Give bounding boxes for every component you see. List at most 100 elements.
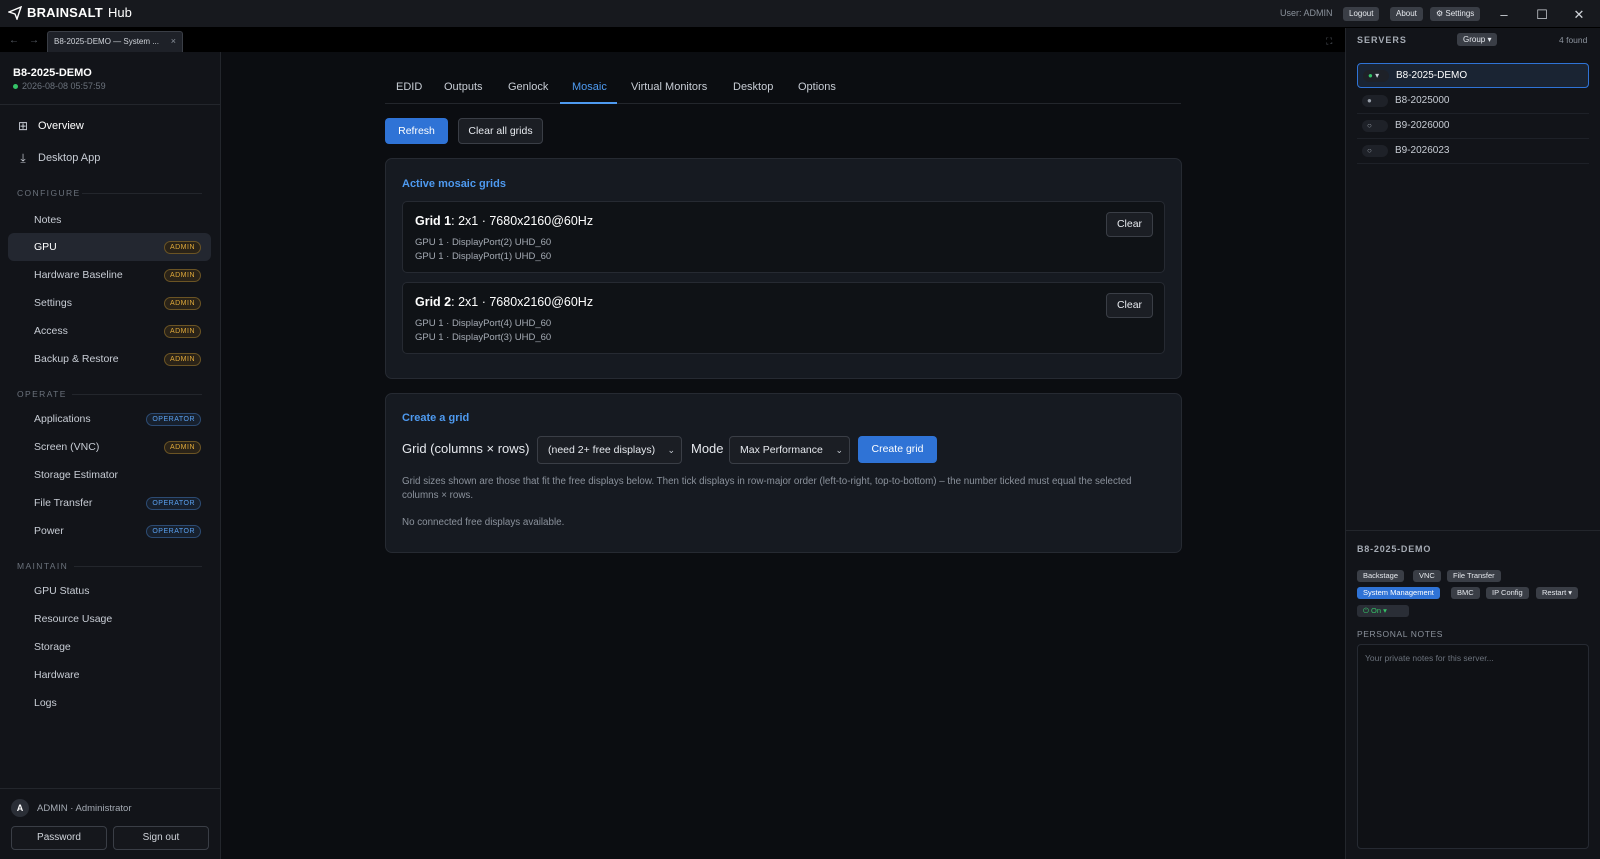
- server-item[interactable]: ○ B9-2026000: [1357, 114, 1589, 139]
- system-management-button[interactable]: System Management: [1357, 587, 1440, 599]
- sidebar-item-resource-usage[interactable]: Resource Usage: [8, 605, 211, 633]
- chevron-down-icon: ⌄: [667, 445, 675, 455]
- operator-badge: OPERATOR: [146, 413, 201, 426]
- section-configure: CONFIGURE: [17, 188, 81, 198]
- sidebar-item-screen-vnc[interactable]: Screen (VNC) ADMIN: [8, 433, 211, 461]
- grid-display-line: GPU 1 · DisplayPort(3) UHD_60: [415, 332, 552, 343]
- power-on-dropdown[interactable]: ⏻ On ▾: [1357, 605, 1409, 617]
- clear-all-grids-button[interactable]: Clear all grids: [458, 118, 543, 144]
- status-idle-icon: ●: [1362, 95, 1388, 107]
- mode-label: Mode: [691, 441, 724, 456]
- personal-notes-label: PERSONAL NOTES: [1357, 629, 1444, 639]
- tab-genlock[interactable]: Genlock: [508, 81, 548, 93]
- personal-notes-textarea[interactable]: Your private notes for this server...: [1357, 644, 1589, 849]
- sidebar-item-notes[interactable]: Notes: [8, 206, 211, 234]
- tab-options[interactable]: Options: [798, 81, 836, 93]
- maximize-icon[interactable]: ☐: [1535, 8, 1549, 22]
- selected-server-title: B8-2025-DEMO: [1357, 544, 1432, 554]
- vnc-button[interactable]: VNC: [1413, 570, 1441, 582]
- sidebar-item-access[interactable]: Access ADMIN: [8, 317, 211, 345]
- sidebar-item-backup-restore[interactable]: Backup & Restore ADMIN: [8, 345, 211, 373]
- divider: [74, 566, 202, 567]
- servers-title: SERVERS: [1357, 35, 1407, 45]
- server-item[interactable]: ○ B9-2026023: [1357, 139, 1589, 164]
- tab-mosaic[interactable]: Mosaic: [572, 81, 607, 93]
- server-item[interactable]: ● ▾ B8-2025-DEMO: [1357, 63, 1589, 88]
- backstage-button[interactable]: Backstage: [1357, 570, 1405, 582]
- refresh-button[interactable]: Refresh: [385, 118, 448, 144]
- user-row: A ADMIN · Administrator: [11, 799, 132, 817]
- fullscreen-icon[interactable]: ⛶: [1326, 36, 1332, 47]
- tab-virtual-monitors[interactable]: Virtual Monitors: [631, 81, 707, 93]
- grid-icon: ⊞: [17, 119, 29, 133]
- user-info: User: ADMIN: [1280, 8, 1333, 18]
- sidebar-item-storage[interactable]: Storage: [8, 633, 211, 661]
- sign-out-button[interactable]: Sign out: [113, 826, 209, 850]
- sidebar-item-applications[interactable]: Applications OPERATOR: [8, 405, 211, 433]
- about-button[interactable]: About: [1390, 7, 1423, 21]
- sidebar-item-logs[interactable]: Logs: [8, 689, 211, 717]
- sidebar-item-gpu-status[interactable]: GPU Status: [8, 577, 211, 605]
- online-dot-icon: [13, 83, 18, 89]
- mode-select[interactable]: Max Performance ⌄: [729, 436, 850, 464]
- app-name: Hub: [107, 5, 132, 20]
- tab-desktop[interactable]: Desktop: [733, 81, 773, 93]
- status-offline-icon: ○: [1362, 145, 1388, 157]
- server-timestamp: 2026-08-08 05:57:59: [13, 81, 106, 91]
- create-grid-button[interactable]: Create grid: [858, 436, 937, 463]
- back-arrow-icon[interactable]: ←: [9, 35, 19, 46]
- section-maintain: MAINTAIN: [17, 561, 69, 571]
- server-time-text: 2026-08-08 05:57:59: [22, 81, 106, 91]
- admin-badge: ADMIN: [163, 441, 201, 454]
- sidebar-item-hardware[interactable]: Hardware: [8, 661, 211, 689]
- server-item[interactable]: ● B8-2025000: [1357, 89, 1589, 114]
- ip-config-button[interactable]: IP Config: [1486, 587, 1529, 599]
- server-title: B8-2025-DEMO: [13, 67, 92, 79]
- grid-size-select[interactable]: (need 2+ free displays) ⌄: [537, 436, 682, 464]
- forward-arrow-icon[interactable]: →: [29, 35, 39, 46]
- tab-strip: [0, 28, 1345, 52]
- password-button[interactable]: Password: [11, 826, 107, 850]
- tab-edid[interactable]: EDID: [396, 81, 422, 93]
- browser-tab-title: B8-2025-DEMO — System ...: [54, 37, 159, 46]
- mode-select-value: Max Performance: [740, 444, 823, 456]
- grid-size-select-value: (need 2+ free displays): [548, 444, 656, 456]
- tab-close-icon[interactable]: ×: [171, 36, 176, 46]
- nav-desktop-app[interactable]: ⤓ Desktop App: [17, 148, 100, 168]
- send-logo-icon: [8, 5, 22, 20]
- admin-badge: ADMIN: [163, 297, 201, 310]
- browser-tab[interactable]: B8-2025-DEMO — System ... ×: [47, 31, 183, 52]
- no-displays-message: No connected free displays available.: [402, 517, 565, 528]
- file-transfer-button[interactable]: File Transfer: [1447, 570, 1501, 582]
- admin-badge: ADMIN: [163, 269, 201, 282]
- sidebar-item-file-transfer[interactable]: File Transfer OPERATOR: [8, 489, 211, 517]
- settings-button[interactable]: ⚙ Settings: [1430, 7, 1481, 21]
- sidebar-item-hardware-baseline[interactable]: Hardware Baseline ADMIN: [8, 261, 211, 289]
- admin-badge: ADMIN: [163, 241, 201, 254]
- operator-badge: OPERATOR: [146, 525, 201, 538]
- sidebar-item-power[interactable]: Power OPERATOR: [8, 517, 211, 545]
- clear-grid-button[interactable]: Clear: [1106, 212, 1153, 237]
- tab-outputs[interactable]: Outputs: [444, 81, 483, 93]
- nav-overview[interactable]: ⊞ Overview: [17, 116, 84, 136]
- sidebar-item-storage-estimator[interactable]: Storage Estimator: [8, 461, 211, 489]
- grid-display-line: GPU 1 · DisplayPort(2) UHD_60: [415, 237, 552, 248]
- grid-size-label: Grid (columns × rows): [402, 441, 530, 456]
- logout-button[interactable]: Logout: [1343, 7, 1380, 21]
- group-dropdown[interactable]: Group ▾: [1457, 33, 1498, 46]
- divider: [1345, 530, 1600, 531]
- close-window-icon[interactable]: ✕: [1572, 8, 1586, 22]
- chevron-down-icon: ⌄: [835, 445, 843, 455]
- bmc-button[interactable]: BMC: [1451, 587, 1480, 599]
- divider: [72, 394, 202, 395]
- server-name: B8-2025-DEMO: [1396, 70, 1468, 81]
- clear-grid-button[interactable]: Clear: [1106, 293, 1153, 318]
- grid-heading: Grid 2: 2x1 · 7680x2160@60Hz: [415, 295, 594, 309]
- minimize-icon[interactable]: –: [1497, 8, 1511, 22]
- restart-dropdown[interactable]: Restart ▾: [1536, 587, 1579, 599]
- sidebar-item-settings[interactable]: Settings ADMIN: [8, 289, 211, 317]
- create-grid-title: Create a grid: [402, 412, 470, 424]
- status-online-icon: ● ▾: [1363, 70, 1389, 82]
- sidebar-item-gpu[interactable]: GPU ADMIN: [8, 233, 211, 261]
- grid-display-line: GPU 1 · DisplayPort(1) UHD_60: [415, 251, 552, 262]
